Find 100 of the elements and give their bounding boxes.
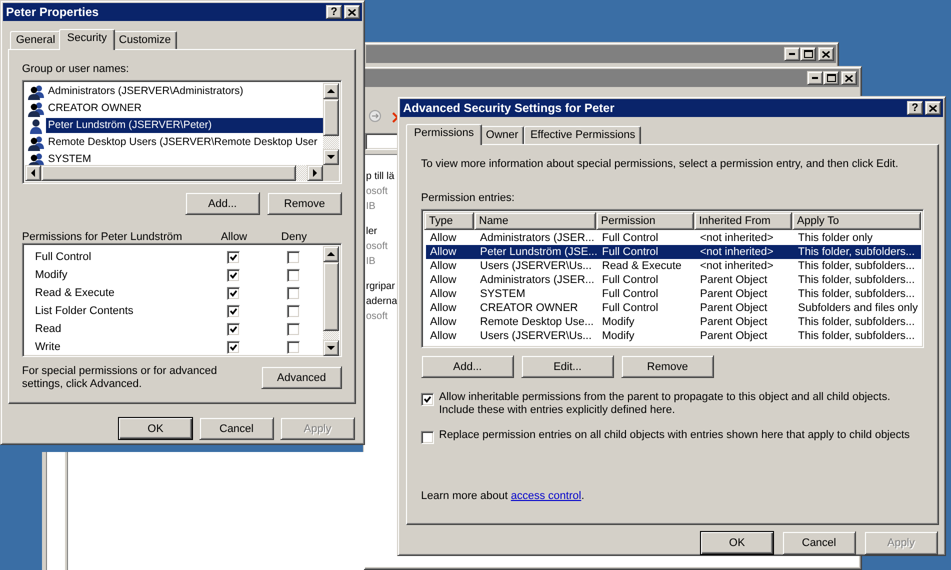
table-cell-text: <not inherited> <box>699 245 774 259</box>
table-cell-text: This folder, subfolders... <box>797 315 916 329</box>
file-name: p till lä <box>366 170 394 184</box>
table-cell-text: This folder, subfolders... <box>797 245 916 259</box>
close-button[interactable] <box>344 5 360 19</box>
vertical-scrollbar[interactable] <box>323 246 339 356</box>
table-row[interactable]: Allow Remote Desktop Use... Modify Parent Object This folder, subfolders... <box>426 315 921 329</box>
table-cell-text: Allow <box>429 329 458 343</box>
checkbox[interactable] <box>421 393 434 406</box>
checkbox[interactable] <box>286 268 300 282</box>
arrow-up-icon <box>327 89 335 93</box>
checkbox[interactable] <box>226 250 240 264</box>
table-cell-text: <not inherited> <box>699 231 774 245</box>
table-row[interactable]: Allow Users (JSERVER\Us... Read & Execute <not inherited> This folder, subfolders... <box>426 259 921 273</box>
table-row[interactable]: Allow SYSTEM Full Control Parent Object This folder, subfolders... <box>426 287 921 301</box>
table-cell-text: Allow <box>429 301 458 315</box>
column-header[interactable]: Name <box>474 212 596 230</box>
checkbox[interactable] <box>226 340 240 354</box>
file-name: rgripar <box>366 280 395 294</box>
checkbox[interactable] <box>226 304 240 318</box>
list-item[interactable]: Peter Lundström (JSERVER\Peter) <box>46 118 323 133</box>
group-icon <box>28 84 44 100</box>
file-detail: IB <box>366 255 376 269</box>
permissions-label: Permissions for Peter Lundström <box>22 231 184 245</box>
table-row[interactable]: Allow Administrators (JSER... Full Control Parent Object This folder, subfolders... <box>426 273 921 287</box>
table-cell-text: This folder, subfolders... <box>797 287 916 301</box>
close-icon <box>348 8 356 16</box>
remove-button[interactable]: Remove <box>267 192 342 215</box>
table-cell-text: This folder, subfolders... <box>797 259 916 273</box>
checkbox[interactable] <box>226 268 240 282</box>
table-row[interactable]: Allow Users (JSERVER\Us... Modify Parent Object This folder, subfolders... <box>426 329 921 343</box>
table-cell-text: Parent Object <box>699 329 768 343</box>
arrow-down-icon <box>327 346 335 350</box>
list-item[interactable]: Remote Desktop Users (JSERVER\Remote Desktop User <box>46 135 323 150</box>
tab[interactable]: Security <box>59 29 115 50</box>
add-button[interactable]: Add... <box>185 192 260 215</box>
table-cell-text: Remote Desktop Use... <box>479 315 595 329</box>
cancel-button[interactable]: Cancel <box>199 417 274 440</box>
table-cell-text: Full Control <box>601 301 660 315</box>
help-button[interactable]: ? <box>326 5 342 19</box>
help-button[interactable]: ? <box>907 101 923 115</box>
permission-name: Read <box>35 323 62 335</box>
access-control-link[interactable]: access control <box>510 490 582 502</box>
close-icon <box>845 74 853 82</box>
column-header[interactable]: Inherited From <box>694 212 792 230</box>
table-cell-text: SYSTEM <box>479 287 526 301</box>
table-row[interactable]: Allow CREATOR OWNER Full Control Parent Object Subfolders and files only <box>426 301 921 315</box>
cancel-button[interactable]: Cancel <box>782 531 856 555</box>
table-cell-text: Allow <box>429 315 458 329</box>
minimize-icon <box>789 53 795 55</box>
check-icon <box>230 326 236 332</box>
file-name: ler <box>366 225 378 239</box>
table-cell-text: This folder, subfolders... <box>797 329 916 343</box>
table-cell-text: Allow <box>429 287 458 301</box>
advanced-note: For special permissions or for advanced settings, click Advanced. <box>22 365 218 391</box>
horizontal-scrollbar[interactable] <box>25 165 323 181</box>
file-name: aderna <box>366 295 398 309</box>
tab[interactable]: Customize <box>112 31 177 49</box>
checkbox[interactable] <box>286 250 300 264</box>
add-button[interactable]: Add... <box>421 355 514 378</box>
list-item[interactable]: CREATOR OWNER <box>46 101 323 116</box>
intro-text: To view more information about special permissions, select a permission entry, and then click Edit. <box>421 158 900 171</box>
tab[interactable]: Effective Permissions <box>524 126 642 144</box>
edit-button[interactable]: Edit... <box>521 355 614 378</box>
checkbox[interactable] <box>421 431 434 444</box>
column-header[interactable]: Permission <box>596 212 694 230</box>
checkbox[interactable] <box>286 340 300 354</box>
list-item[interactable]: SYSTEM <box>46 152 323 165</box>
tab[interactable]: Owner <box>480 126 524 144</box>
close-button[interactable] <box>925 101 941 115</box>
table-row[interactable]: Allow Administrators (JSER... Full Control <not inherited> This folder only <box>426 231 921 245</box>
tab[interactable]: Permissions <box>406 124 482 145</box>
table-cell-text: Modify <box>601 329 636 343</box>
table-cell-text: Full Control <box>601 287 660 301</box>
checkbox[interactable] <box>226 286 240 300</box>
checkbox[interactable] <box>226 322 240 336</box>
file-detail: IB <box>366 200 376 214</box>
check-icon <box>230 290 236 296</box>
tab[interactable]: General <box>10 31 62 49</box>
file-detail: osoft <box>366 310 388 324</box>
checkbox[interactable] <box>286 286 300 300</box>
close-icon <box>929 104 937 112</box>
remove-button[interactable]: Remove <box>621 355 714 378</box>
ok-button[interactable]: OK <box>700 531 774 555</box>
checkbox[interactable] <box>286 322 300 336</box>
table-row[interactable]: Allow Peter Lundström (JSE... Full Control <not inherited> This folder, subfolders... <box>426 245 921 259</box>
permission-name: Modify <box>35 269 68 281</box>
column-label: Allow <box>220 231 248 245</box>
column-header[interactable]: Type <box>424 212 474 230</box>
checkbox[interactable] <box>286 304 300 318</box>
table-cell-text: <not inherited> <box>699 259 774 273</box>
column-label: Deny <box>280 231 308 245</box>
table-cell-text: Parent Object <box>699 301 768 315</box>
advanced-button[interactable]: Advanced <box>261 366 342 389</box>
table-cell-text: Administrators (JSER... <box>479 273 596 287</box>
close-icon <box>822 50 830 58</box>
vertical-scrollbar[interactable] <box>323 83 339 165</box>
list-item[interactable]: Administrators (JSERVER\Administrators) <box>46 84 323 99</box>
column-header[interactable]: Apply To <box>792 212 921 230</box>
ok-button[interactable]: OK <box>118 417 193 440</box>
